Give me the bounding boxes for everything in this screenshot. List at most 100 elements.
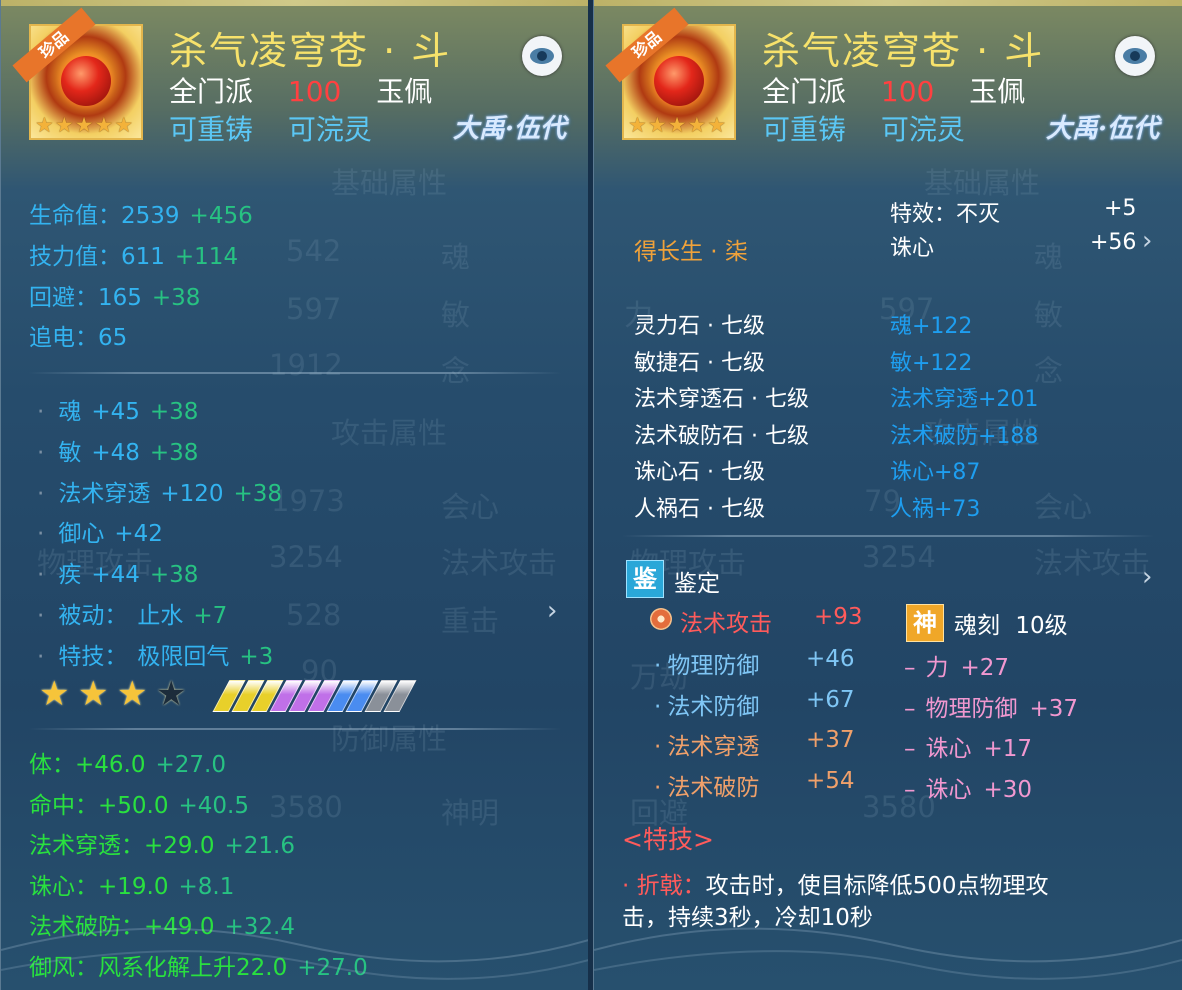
bullet: – xyxy=(904,777,916,803)
extra-stat-label: 命中： xyxy=(29,793,98,819)
extra-stat-bonus: +40.5 xyxy=(178,793,249,819)
soul-stat-row: – 力 +27 xyxy=(904,648,1009,682)
sub-stat-row: · 敏 +48 +38 xyxy=(37,433,198,467)
gem-effect: 法术穿透+201 xyxy=(890,387,1039,412)
bullet: · xyxy=(37,644,45,670)
item-tooltip-left: 基础属性 542 魂 597 敏 1912 念 攻击属性 1973 会心 物理攻… xyxy=(0,0,590,990)
bg-watermark-text: 防御属性 xyxy=(331,722,448,756)
stat-value: 165 xyxy=(98,285,142,311)
star-icon: ★ xyxy=(628,113,647,137)
base-stat-row: 技力值：611 +114 xyxy=(29,237,238,271)
sub-stat-bonus: +3 xyxy=(239,644,274,670)
faction-text: 全门派 xyxy=(762,75,847,108)
stat-label: 生命值： xyxy=(29,203,121,229)
reforge-tag: 可浣灵 xyxy=(880,113,965,146)
bullet: – xyxy=(904,655,916,681)
extra-stat-row: 命中：+50.0 +40.5 xyxy=(29,786,249,820)
refine-star-icon: ★ xyxy=(78,674,109,714)
item-tooltip-right: 基础属性 魂 力 597 敏 念 攻击属性 79 会心 物理攻击 3254 法术… xyxy=(593,0,1182,990)
sub-stat-bonus: +7 xyxy=(193,603,228,629)
appraisal-badge: 鉴 xyxy=(626,560,664,598)
set-name: 得长生 · 柒 xyxy=(634,239,748,265)
sub-stat-value: +45 xyxy=(91,399,140,425)
sub-stat-bonus: +38 xyxy=(149,399,199,425)
base-stat-row: 生命值：2539 +456 xyxy=(29,196,253,230)
skill-header: <特技> xyxy=(622,825,714,854)
gem-effect: 诛心+87 xyxy=(890,460,981,485)
appraisal-stat-value: +46 xyxy=(806,646,855,672)
soul-title: 魂刻 xyxy=(954,613,1000,639)
star-icon: ★ xyxy=(94,113,114,137)
item-title: 杀气凌穹苍 · 斗 xyxy=(169,29,452,73)
sub-stat-row: · 御心 +42 xyxy=(37,514,173,548)
bg-watermark-text: 法术攻击 xyxy=(1034,546,1151,580)
gem-effect: 魂+122 xyxy=(890,314,973,339)
sub-stat-bonus: +38 xyxy=(233,481,283,507)
soul-stat-label: 诛心 xyxy=(925,736,972,762)
sub-stat-row: · 疾 +44 +38 xyxy=(37,555,198,589)
star-icon: ★ xyxy=(114,113,134,137)
bullet: · xyxy=(37,481,45,507)
bullet: · xyxy=(654,694,662,720)
extra-stat-label: 体： xyxy=(29,752,75,778)
chevron-right-icon[interactable]: › xyxy=(1142,226,1152,256)
red-gem-icon xyxy=(654,56,704,106)
appraisal-stat-value: +54 xyxy=(806,768,855,794)
bullet: · xyxy=(37,440,45,466)
appraisal-flower-icon xyxy=(650,608,672,630)
preview-eye-icon[interactable] xyxy=(522,36,562,76)
sub-stat-value: 极限回气 xyxy=(137,644,230,670)
item-icon[interactable]: 珍品 ★ ★ ★ ★ ★ xyxy=(12,7,143,140)
gem-effect: 人祸+73 xyxy=(890,497,981,522)
base-stat-row: 回避：165 +38 xyxy=(29,278,200,312)
icon-star-rating: ★ ★ ★ ★ ★ xyxy=(628,114,726,136)
appraisal-stat-value: +67 xyxy=(806,687,855,713)
sub-stat-label: 疾 xyxy=(58,562,82,588)
soul-stat-label: 力 xyxy=(925,655,949,681)
stat-label: 追电： xyxy=(29,325,98,351)
sub-stat-row: · 被动： 止水 +7 xyxy=(37,596,227,630)
server-logo: 大禹·伍代 xyxy=(1046,114,1160,144)
chevron-right-icon[interactable]: › xyxy=(547,596,557,626)
gem-name: 法术破防石 · 七级 xyxy=(634,424,809,449)
stat-value: 65 xyxy=(98,325,128,351)
bg-watermark-text: 敏 xyxy=(1034,298,1064,332)
extra-stat-row: 法术穿透：+29.0 +21.6 xyxy=(29,826,295,860)
reforge-tag: 可浣灵 xyxy=(287,113,372,146)
extra-stat-bonus: +27.0 xyxy=(155,752,226,778)
stat-value: 611 xyxy=(121,244,165,270)
bg-watermark-text: 魂 xyxy=(441,240,471,274)
sub-stat-row: · 魂 +45 +38 xyxy=(37,392,198,426)
appraisal-stat-row: · 法术穿透 +37 xyxy=(654,727,855,761)
soul-stat-row: – 物理防御 +37 xyxy=(904,689,1078,723)
sub-stat-value: +44 xyxy=(91,562,140,588)
item-icon[interactable]: 珍品 ★ ★ ★ ★ ★ xyxy=(605,7,736,140)
appraisal-title: 鉴定 xyxy=(674,571,720,597)
soul-stat-value: +27 xyxy=(960,655,1010,681)
tooltip-top-border xyxy=(594,0,1182,6)
bg-watermark-text: 1912 xyxy=(269,348,343,382)
stat-value: 2539 xyxy=(121,203,180,229)
sub-stat-value: +42 xyxy=(114,521,163,547)
sub-stat-label: 被动： xyxy=(58,603,128,629)
bg-watermark-text: 528 xyxy=(286,598,342,632)
chevron-right-icon[interactable]: › xyxy=(1142,562,1152,592)
faction-text: 全门派 xyxy=(169,75,254,108)
base-stat-row: 追电：65 xyxy=(29,318,137,352)
tooltip-top-border xyxy=(1,0,589,6)
effect-label: 特效：不灭 xyxy=(890,202,1001,227)
level-text: 100 xyxy=(287,75,342,108)
bg-watermark-text: 念 xyxy=(441,354,471,388)
extra-stat-row: 体：+46.0 +27.0 xyxy=(29,745,226,779)
star-icon: ★ xyxy=(54,113,74,137)
sub-stat-value: +48 xyxy=(91,440,140,466)
bg-watermark-text: 神明 xyxy=(441,796,500,830)
preview-eye-icon[interactable] xyxy=(1115,36,1155,76)
item-meta: 全门派 100 玉佩 xyxy=(762,70,1025,110)
sub-stat-value: 止水 xyxy=(137,603,184,629)
bullet: · xyxy=(654,734,662,760)
bullet: · xyxy=(37,521,45,547)
stat-bonus: +456 xyxy=(189,203,253,229)
extra-stat-value: +50.0 xyxy=(98,793,169,819)
appraisal-stat-row: · 法术防御 +67 xyxy=(654,687,855,721)
